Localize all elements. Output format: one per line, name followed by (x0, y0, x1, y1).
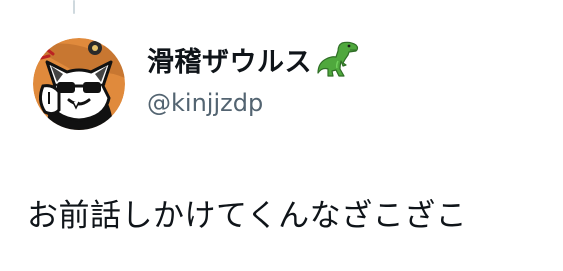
avatar[interactable] (33, 38, 125, 130)
tweet[interactable]: 滑稽ザウルス @kinjjzdp お前話しかけてくんなざこざこ (0, 0, 563, 271)
t-rex-icon (316, 39, 360, 79)
display-name[interactable]: 滑稽ザウルス (147, 40, 312, 79)
cat-avatar-icon (33, 38, 125, 130)
thread-connector-line (73, 0, 75, 14)
tweet-text: お前話しかけてくんなざこざこ (27, 198, 468, 234)
user-handle[interactable]: @kinjjzdp (147, 89, 263, 117)
author-name-row[interactable]: 滑稽ザウルス (147, 39, 360, 79)
